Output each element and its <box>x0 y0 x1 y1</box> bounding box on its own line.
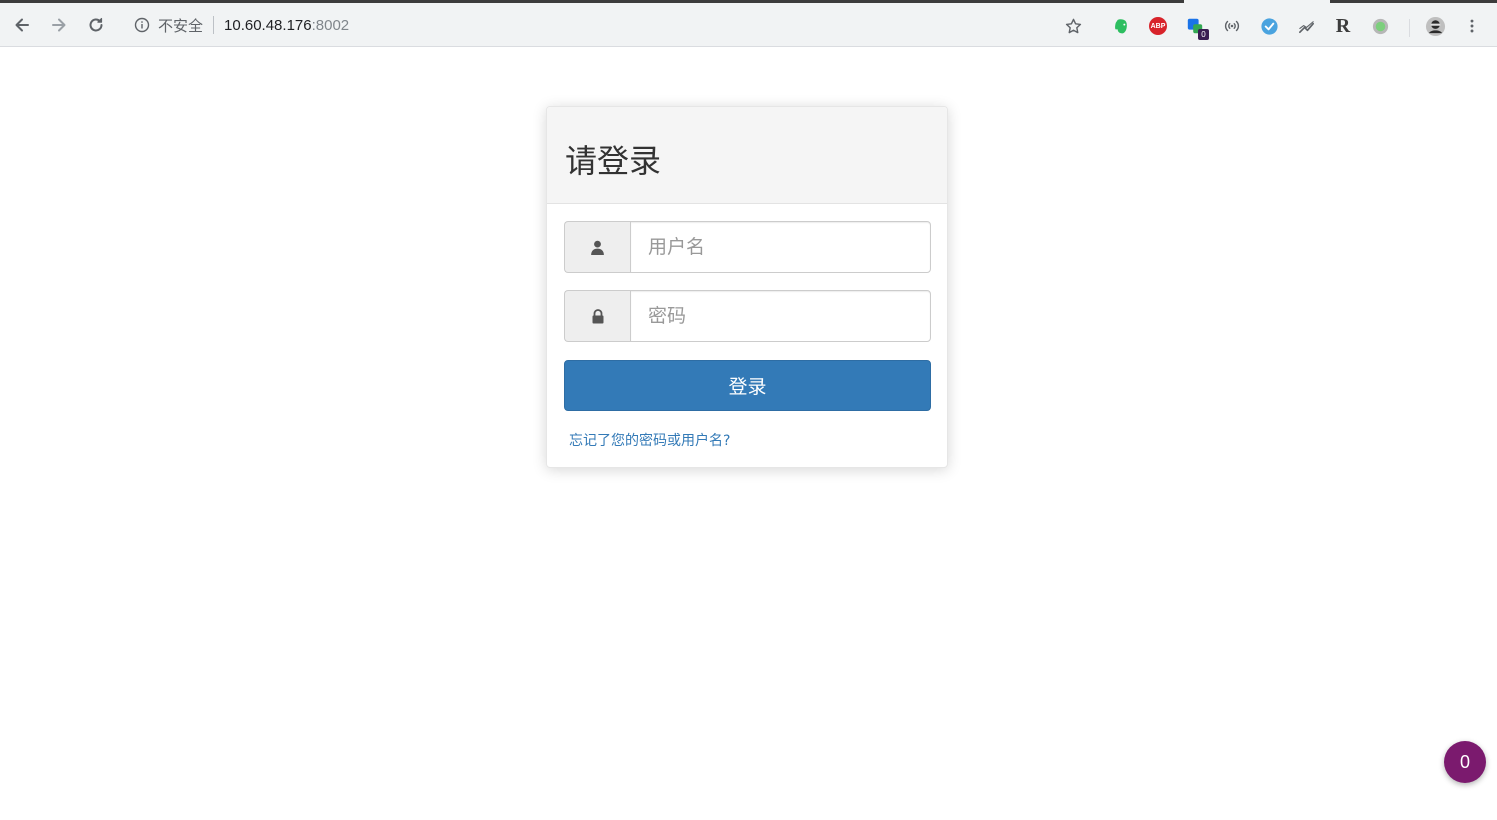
browser-menu-icon[interactable] <box>1461 15 1483 37</box>
tab-strip-edge-right <box>1330 0 1497 3</box>
username-addon <box>564 221 630 273</box>
blue-check-extension-icon[interactable] <box>1258 15 1280 37</box>
address-bar[interactable]: 不安全 10.60.48.176:8002 <box>124 9 1204 41</box>
evernote-icon[interactable] <box>1110 15 1132 37</box>
back-button[interactable] <box>7 10 37 40</box>
password-input[interactable] <box>630 290 931 342</box>
browser-toolbar: 不安全 10.60.48.176:8002 ABP 0 R <box>0 4 1497 47</box>
arrow-left-icon <box>15 18 29 32</box>
reload-icon <box>89 17 103 32</box>
address-divider <box>213 16 215 34</box>
security-label[interactable]: 不安全 <box>158 15 203 36</box>
login-panel-heading: 请登录 <box>547 107 947 204</box>
url-port[interactable]: :8002 <box>312 17 350 34</box>
bookmark-star-icon[interactable] <box>1062 15 1084 37</box>
broadcast-extension-icon[interactable] <box>1221 15 1243 37</box>
login-panel: 请登录 登录 忘记了您的密码或用户名? <box>546 106 948 468</box>
username-group <box>564 221 931 273</box>
forgot-password-link[interactable]: 忘记了您的密码或用户名? <box>569 430 730 450</box>
password-group <box>564 290 931 342</box>
chart-extension-icon[interactable] <box>1295 15 1317 37</box>
toolbar-divider <box>1409 19 1410 37</box>
login-button[interactable]: 登录 <box>564 360 931 411</box>
lock-icon <box>592 308 603 323</box>
reload-button[interactable] <box>81 10 111 40</box>
r-extension-icon[interactable]: R <box>1332 15 1354 37</box>
url-host[interactable]: 10.60.48.176 <box>224 17 312 34</box>
green-circle-extension-icon[interactable] <box>1369 15 1391 37</box>
arrow-right-icon <box>52 18 66 32</box>
password-addon <box>564 290 630 342</box>
tab-strip-edge <box>0 0 1184 3</box>
extension-badge: 0 <box>1198 29 1209 40</box>
profile-avatar-icon[interactable] <box>1424 15 1446 37</box>
page-title: 请登录 <box>565 142 662 180</box>
info-icon[interactable] <box>134 17 150 33</box>
translate-extension-icon[interactable]: 0 <box>1184 15 1209 40</box>
adblock-plus-icon[interactable]: ABP <box>1147 15 1169 37</box>
forward-button[interactable] <box>44 10 74 40</box>
notification-badge[interactable]: 0 <box>1444 741 1486 783</box>
username-input[interactable] <box>630 221 931 273</box>
user-icon <box>591 240 604 255</box>
